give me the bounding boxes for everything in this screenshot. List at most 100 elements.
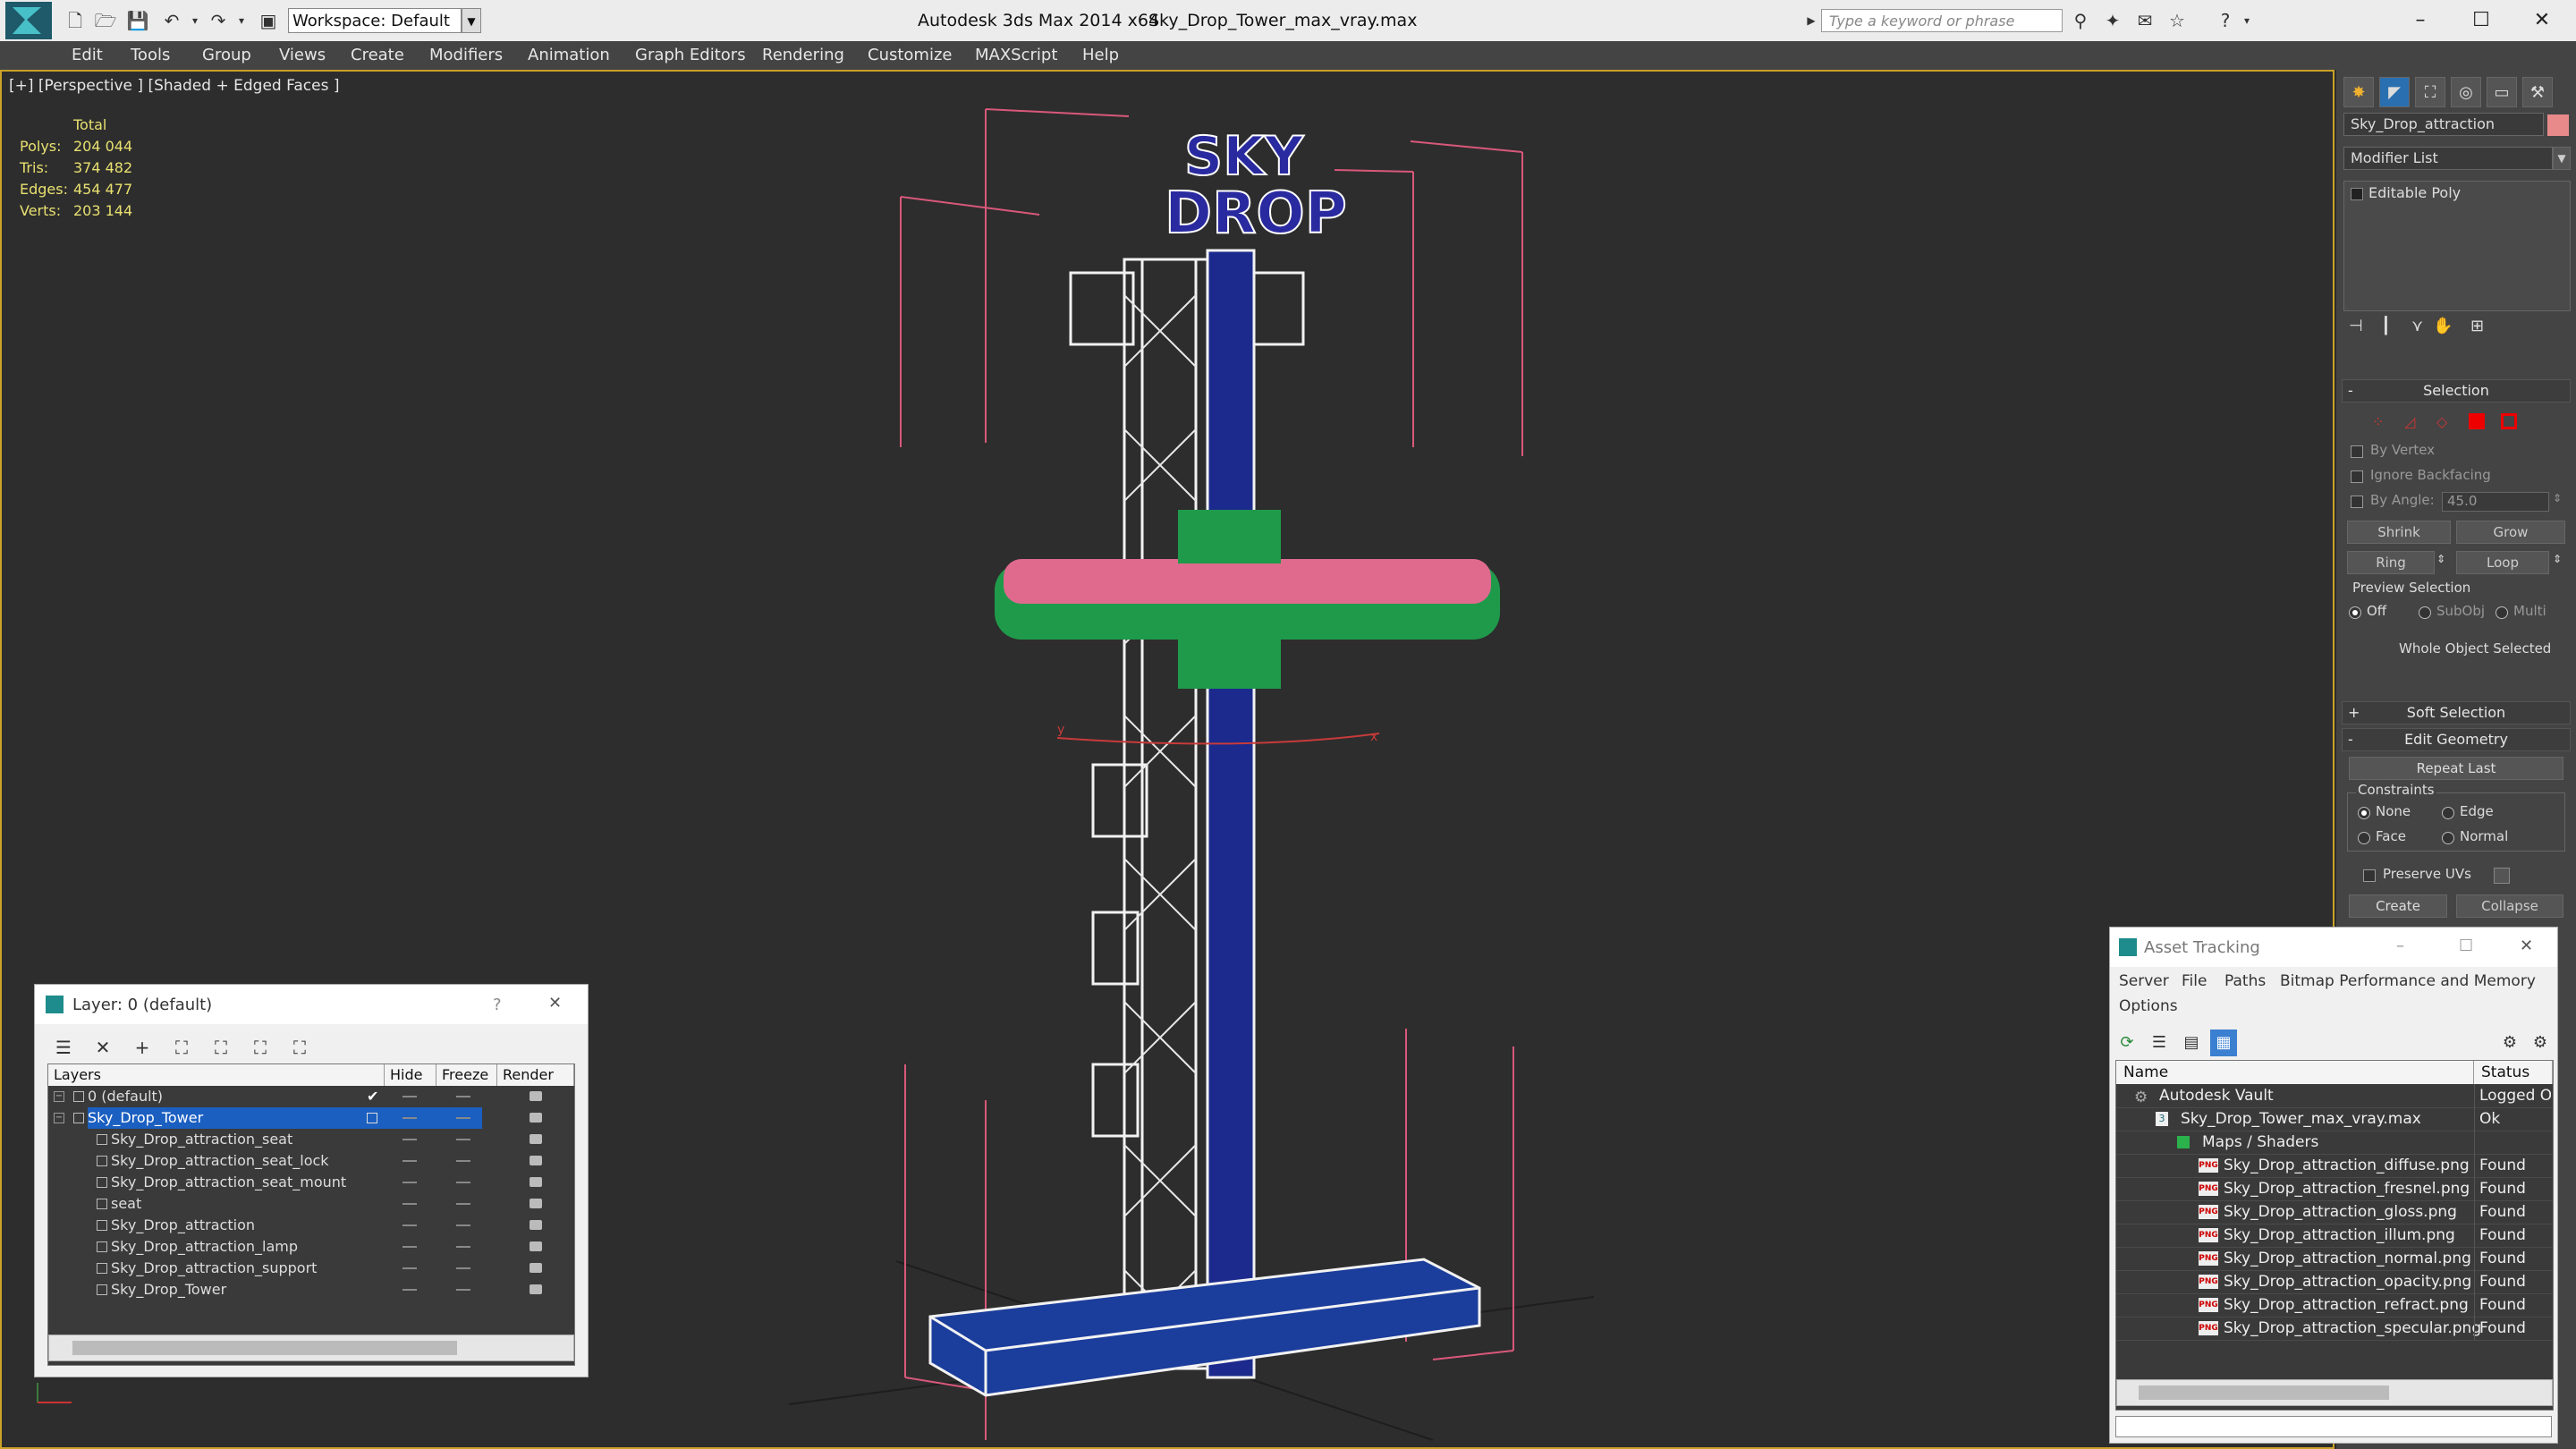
create-new-layer-icon[interactable]: ☰ [49, 1033, 78, 1062]
open-file-icon[interactable]: 🗁 [93, 8, 118, 33]
subscription-icon[interactable]: ✦ [2100, 8, 2125, 33]
menu-modifiers[interactable]: Modifiers [429, 41, 503, 70]
list-view-icon[interactable]: ☰ [2146, 1030, 2173, 1056]
stack-item-editable-poly[interactable]: Editable Poly [2368, 184, 2461, 201]
hierarchy-tab-icon[interactable]: ⛶ [2415, 77, 2445, 107]
asset-menu-options[interactable]: Options [2119, 997, 2178, 1015]
asset-name[interactable]: Autodesk Vault [2159, 1084, 2274, 1107]
asset-row[interactable]: ⚙ Autodesk Vault Logged O [2116, 1084, 2553, 1108]
render-toggle-icon[interactable] [530, 1220, 542, 1230]
object-color-swatch[interactable] [2547, 114, 2569, 136]
binoculars-icon[interactable]: ⚲ [2068, 8, 2093, 33]
freeze-toggle-icon[interactable] [456, 1160, 470, 1162]
asset-name[interactable]: Sky_Drop_attraction_normal.png [2224, 1247, 2471, 1270]
pin-stack-icon[interactable]: ⊣ [2349, 317, 2363, 335]
hide-toggle-icon[interactable] [402, 1246, 417, 1248]
status-column-header[interactable]: Status [2474, 1061, 2553, 1084]
freeze-toggle-icon[interactable] [456, 1267, 470, 1269]
freeze-toggle-icon[interactable] [456, 1182, 470, 1183]
loop-spinner-icon[interactable]: ⇕ [2553, 553, 2562, 565]
preview-multi-radio[interactable] [2496, 606, 2508, 619]
create-button[interactable]: Create [2349, 894, 2447, 918]
asset-row[interactable]: PNG Sky_Drop_attraction_illum.png Found [2116, 1224, 2553, 1248]
grid-view-icon[interactable]: ▦ [2210, 1030, 2237, 1056]
utilities-tab-icon[interactable]: ⚒ [2522, 77, 2553, 107]
make-unique-icon[interactable]: ⋎ [2411, 317, 2423, 335]
asset-name[interactable]: Sky_Drop_Tower_max_vray.max [2181, 1107, 2421, 1131]
display-tab-icon[interactable]: ▭ [2487, 77, 2517, 107]
communication-center-icon[interactable]: ✉ [2132, 8, 2157, 33]
by-vertex-checkbox[interactable] [2351, 445, 2363, 458]
search-input[interactable]: Type a keyword or phrase [1821, 9, 2063, 32]
menu-maxscript[interactable]: MAXScript [975, 41, 1057, 70]
vault-settings-icon[interactable]: ⚙ [2527, 1030, 2554, 1056]
layer-row[interactable]: Sky_Drop_attraction_support [48, 1258, 574, 1279]
preview-off-radio[interactable] [2349, 606, 2361, 619]
asset-name[interactable]: Sky_Drop_attraction_specular.png [2224, 1317, 2481, 1340]
render-toggle-icon[interactable] [530, 1284, 542, 1294]
menu-rendering[interactable]: Rendering [762, 41, 844, 70]
redo-dropdown-icon[interactable]: ▾ [229, 8, 254, 33]
layer-name[interactable]: Sky_Drop_Tower [111, 1279, 230, 1301]
freeze-toggle-icon[interactable] [456, 1117, 470, 1119]
hide-toggle-icon[interactable] [402, 1117, 417, 1119]
grow-button[interactable]: Grow [2456, 521, 2565, 544]
delete-layer-icon[interactable]: ✕ [89, 1033, 117, 1062]
menu-tools[interactable]: Tools [131, 41, 170, 70]
layer-name[interactable]: Sky_Drop_Tower [88, 1107, 483, 1129]
layer-name[interactable]: Sky_Drop_attraction_seat_lock [111, 1150, 333, 1172]
hide-unhide-all-layers-icon[interactable]: ⛶ [246, 1033, 275, 1062]
loop-button[interactable]: Loop [2456, 551, 2549, 574]
layer-row[interactable]: Sky_Drop_attraction_seat_mount [48, 1172, 574, 1193]
layer-row[interactable]: − 0 (default) ✔ [48, 1086, 574, 1107]
hide-toggle-icon[interactable] [402, 1289, 417, 1291]
freeze-column-header[interactable]: Freeze [436, 1064, 497, 1086]
layer-row[interactable]: Sky_Drop_attraction_lamp [48, 1236, 574, 1258]
layer-list-scroll-thumb[interactable] [72, 1341, 457, 1355]
ring-button[interactable]: Ring [2347, 551, 2435, 574]
asset-row[interactable]: PNG Sky_Drop_attraction_specular.png Found [2116, 1317, 2553, 1341]
menu-edit[interactable]: Edit [72, 41, 103, 70]
render-toggle-icon[interactable] [530, 1241, 542, 1251]
undo-dropdown-icon[interactable]: ▾ [182, 8, 208, 33]
asset-menu-paths[interactable]: Paths [2224, 972, 2266, 990]
freeze-toggle-icon[interactable] [456, 1139, 470, 1140]
project-folder-icon[interactable]: ▣ [256, 8, 281, 33]
render-column-header[interactable]: Render [497, 1064, 574, 1086]
help-dropdown-icon[interactable]: ▾ [2234, 8, 2259, 33]
layer-name[interactable]: Sky_Drop_attraction_support [111, 1258, 320, 1279]
freeze-unfreeze-all-layers-icon[interactable]: ⛶ [285, 1033, 314, 1062]
menu-help[interactable]: Help [1082, 41, 1119, 70]
constraint-none-radio[interactable] [2358, 807, 2370, 819]
asset-name[interactable]: Sky_Drop_attraction_gloss.png [2224, 1200, 2457, 1224]
app-logo-icon[interactable] [5, 2, 52, 39]
asset-name[interactable]: Sky_Drop_attraction_diffuse.png [2224, 1154, 2470, 1177]
hide-toggle-icon[interactable] [402, 1203, 417, 1205]
hide-toggle-icon[interactable] [402, 1182, 417, 1183]
repeat-last-button[interactable]: Repeat Last [2349, 757, 2563, 780]
layer-row[interactable]: Sky_Drop_attraction [48, 1215, 574, 1236]
render-toggle-icon[interactable] [530, 1091, 542, 1101]
configure-sets-icon[interactable]: ⊞ [2470, 317, 2484, 335]
name-column-header[interactable]: Name [2116, 1061, 2474, 1084]
workspace-dropdown-arrow-icon[interactable]: ▼ [462, 8, 481, 33]
render-toggle-icon[interactable] [530, 1134, 542, 1144]
minimize-button[interactable]: – [2390, 0, 2451, 41]
maximize-button[interactable]: ☐ [2451, 0, 2512, 41]
set-current-layer-box-icon[interactable] [367, 1113, 377, 1123]
asset-row[interactable]: PNG Sky_Drop_attraction_opacity.png Found [2116, 1270, 2553, 1294]
menu-views[interactable]: Views [279, 41, 326, 70]
menu-create[interactable]: Create [351, 41, 404, 70]
asset-menu-bitmap-performance[interactable]: Bitmap Performance and Memory [2280, 972, 2536, 990]
menu-graph-editors[interactable]: Graph Editors [635, 41, 746, 70]
asset-name[interactable]: Maps / Shaders [2202, 1131, 2318, 1154]
asset-dialog-maximize-icon[interactable]: ☐ [2459, 936, 2473, 955]
constraint-normal-radio[interactable] [2442, 832, 2454, 844]
preserve-uvs-settings-icon[interactable] [2494, 868, 2510, 884]
workspace-dropdown[interactable]: Workspace: Default [288, 8, 462, 33]
menu-group[interactable]: Group [202, 41, 251, 70]
freeze-toggle-icon[interactable] [456, 1203, 470, 1205]
highlight-selected-layer-icon[interactable]: ⛶ [207, 1033, 235, 1062]
asset-row[interactable]: PNG Sky_Drop_attraction_gloss.png Found [2116, 1200, 2553, 1224]
select-objects-in-layer-icon[interactable]: ⛶ [167, 1033, 196, 1062]
